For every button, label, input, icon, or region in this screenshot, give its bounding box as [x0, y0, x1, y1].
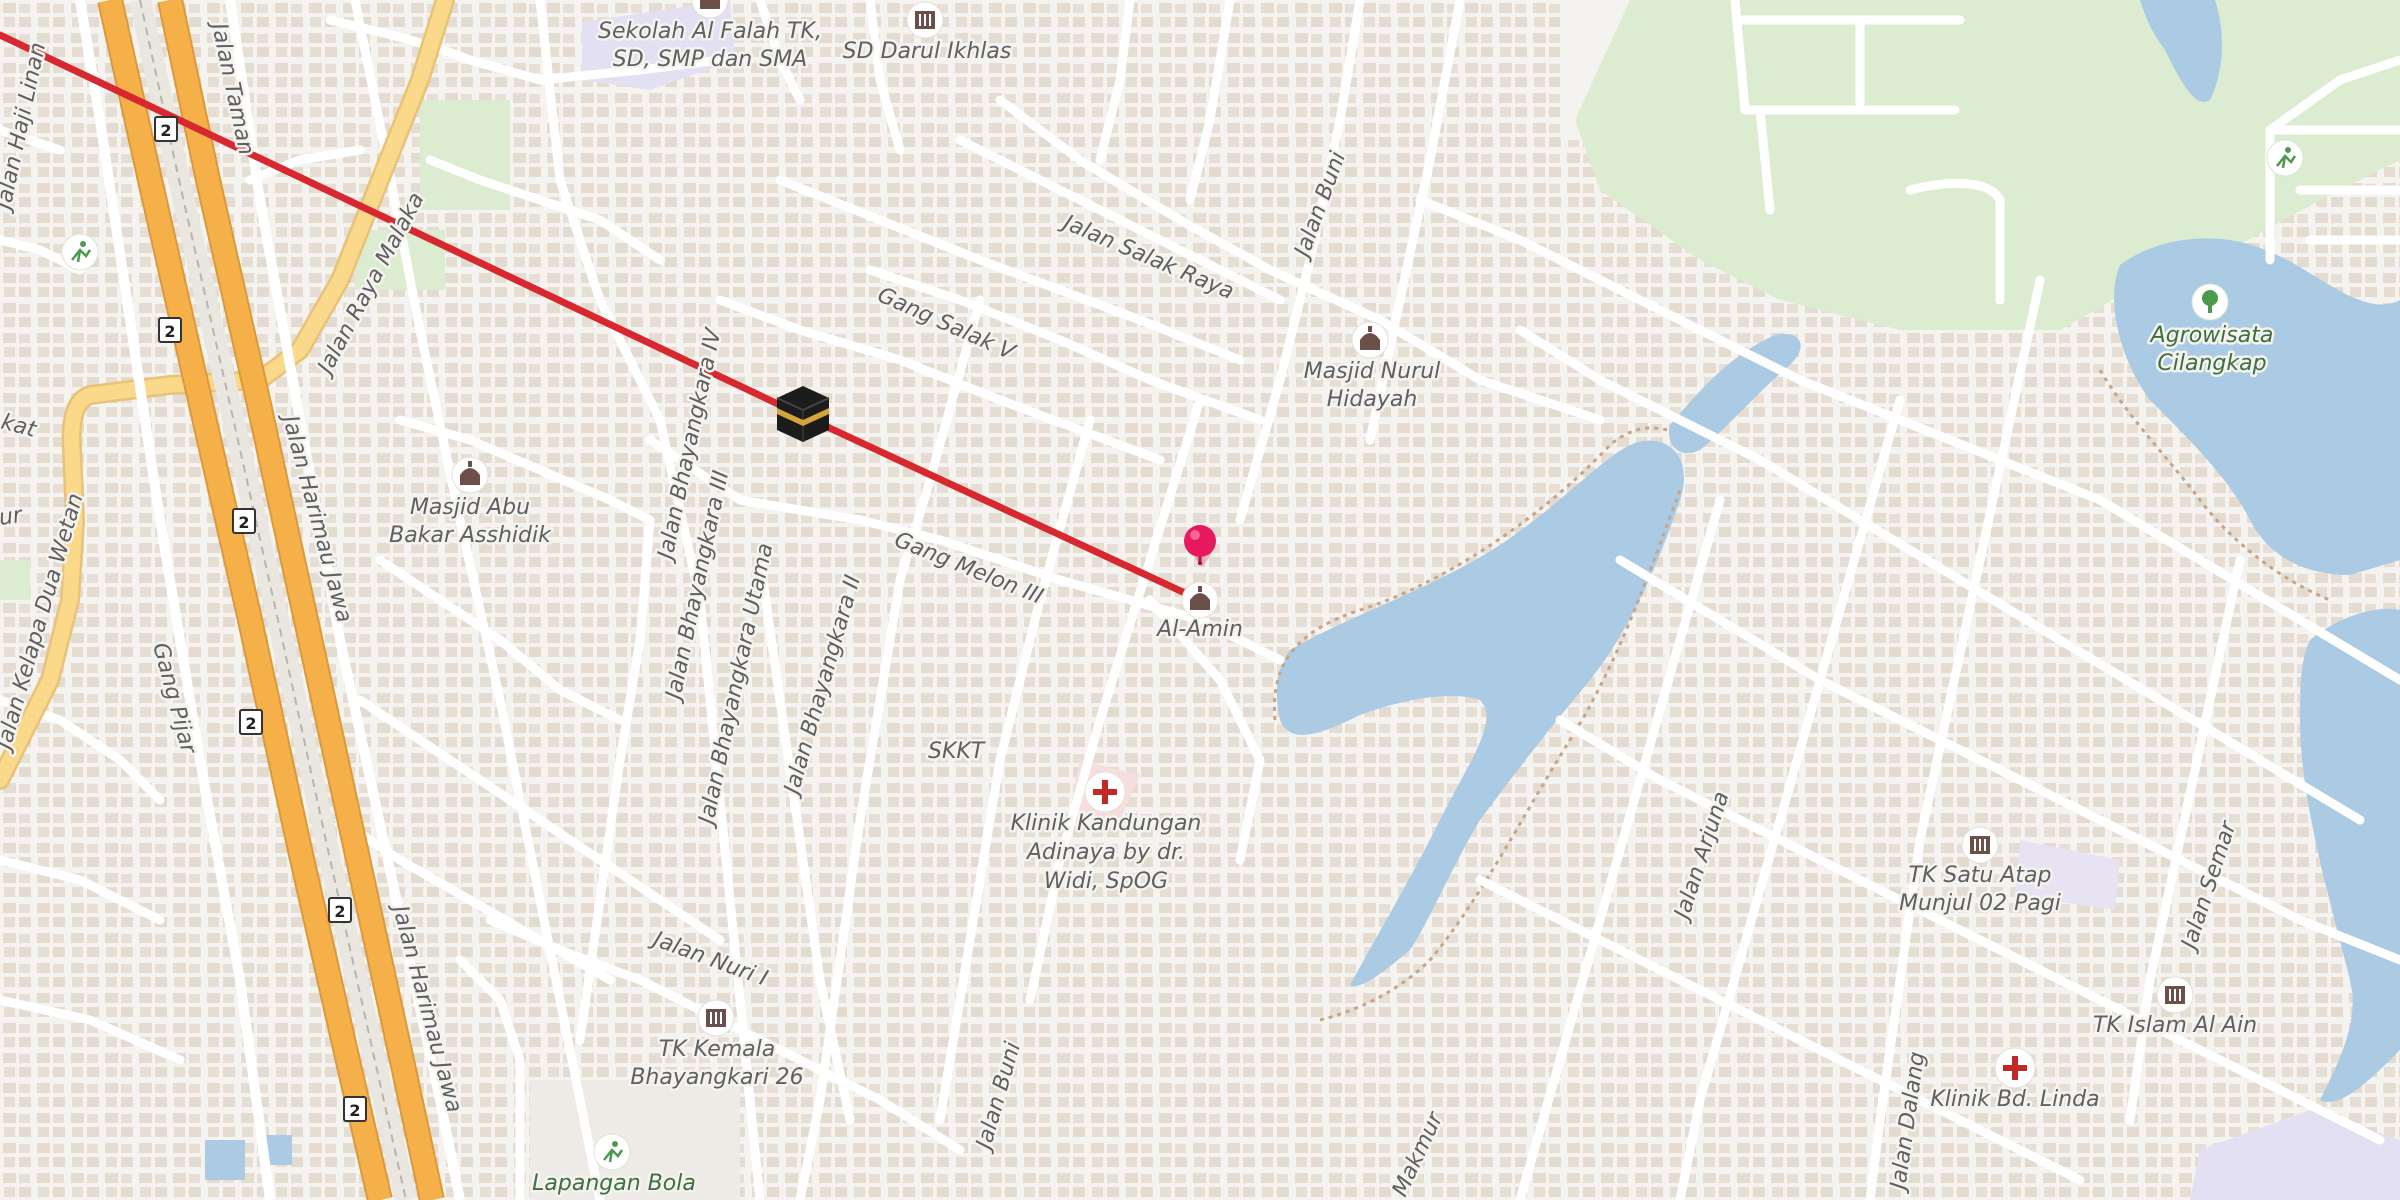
road-shield-2: 2 [158, 317, 182, 343]
road-shield-2: 2 [239, 709, 263, 735]
svg-text:2: 2 [334, 902, 345, 921]
road-shield-2: 2 [154, 116, 178, 142]
mosque-icon[interactable] [1181, 581, 1219, 619]
school-icon[interactable] [1961, 826, 1999, 864]
clinic-icon[interactable] [1084, 771, 1126, 813]
poi-label-lapangan-bola: Lapangan Bola [532, 1171, 696, 1196]
road-shield-2: 2 [232, 508, 256, 534]
school-icon[interactable] [697, 999, 735, 1037]
poi-label-tk-islam-al-ain: TK Islam Al Ain [2093, 1013, 2257, 1038]
svg-text:2: 2 [160, 121, 171, 140]
street-label: SKKT [928, 739, 986, 764]
svg-text:2: 2 [164, 322, 175, 341]
poi-label-klinik-bd-linda: Klinik Bd. Linda [1930, 1087, 2099, 1112]
mosque-icon[interactable] [451, 456, 489, 494]
clinic-icon[interactable] [1994, 1047, 2036, 1089]
poi-label-sd-darul-ikhlas: SD Darul Ikhlas [843, 39, 1012, 64]
road-shield-2: 2 [343, 1096, 367, 1122]
school-icon[interactable] [906, 1, 944, 39]
sports-icon[interactable] [593, 1133, 631, 1171]
svg-text:2: 2 [349, 1101, 360, 1120]
tree-icon[interactable] [2191, 283, 2229, 321]
poi-label-al-amin: Al-Amin [1155, 617, 1243, 642]
svg-text:2: 2 [238, 513, 249, 532]
mosque-icon[interactable] [1351, 321, 1389, 359]
sports-icon[interactable] [2266, 139, 2304, 177]
svg-text:2: 2 [245, 714, 256, 733]
map-canvas[interactable]: 2 2 2 2 2 2 Jalan Taman Jalan Haji Linan… [0, 0, 2400, 1200]
road-shield-2: 2 [328, 897, 352, 923]
sports-icon[interactable] [61, 233, 99, 271]
school-icon[interactable] [2156, 976, 2194, 1014]
